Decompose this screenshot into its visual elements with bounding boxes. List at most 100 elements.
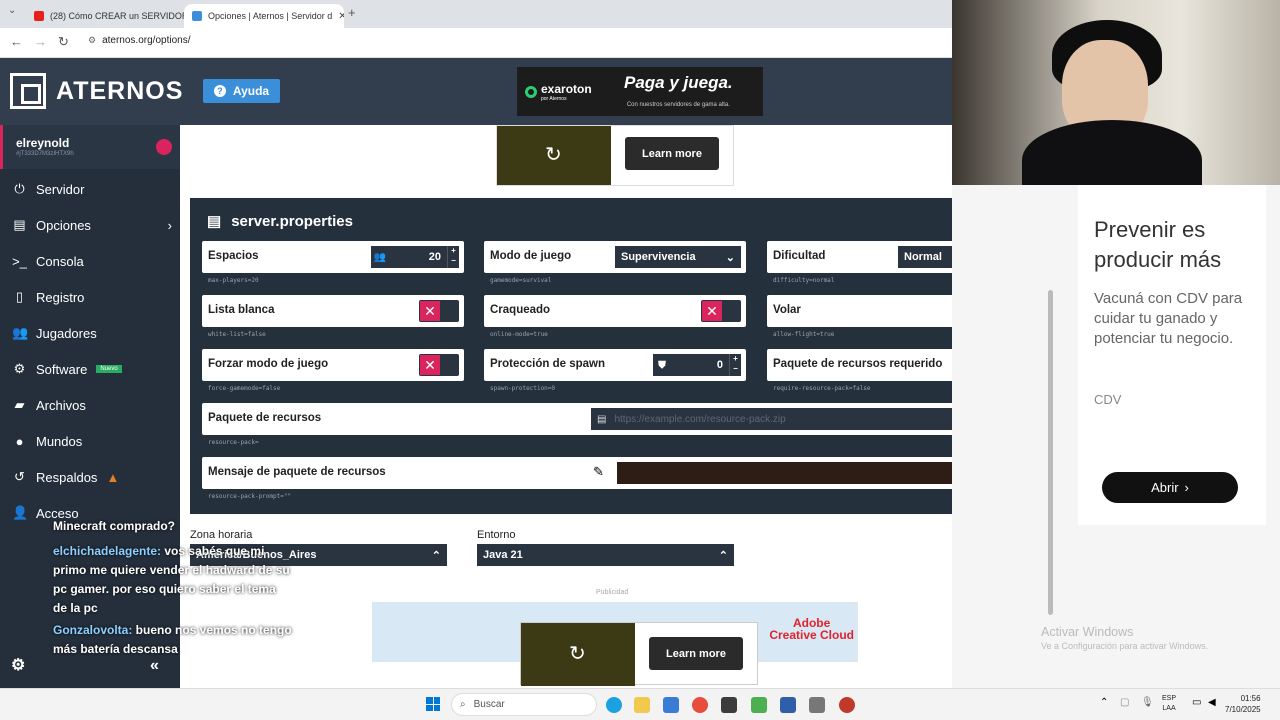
reload-icon[interactable]: ↻ xyxy=(58,34,69,50)
language-indicator[interactable]: ESP LAA xyxy=(1162,694,1176,714)
cdv-ad[interactable]: Prevenir es producir más Vacuná con CDV … xyxy=(1078,185,1266,525)
help-button[interactable]: ? Ayuda xyxy=(203,79,280,103)
sidebar-item-opciones[interactable]: ▤ Opciones › xyxy=(0,207,180,243)
aternos-favicon-icon xyxy=(192,11,202,21)
collapse-sidebar-icon[interactable]: « xyxy=(150,656,159,675)
decrement-icon[interactable]: − xyxy=(448,256,459,266)
search-icon: ⌕ xyxy=(460,699,466,710)
sidebar-item-label: Jugadores xyxy=(36,325,97,341)
user-status-icon[interactable] xyxy=(156,139,172,155)
browser-tab-bar: ⌄ (28) Cómo CREAR un SERVIDOR ✕ Opciones… xyxy=(0,0,952,28)
network-icon[interactable]: ▭ xyxy=(1192,697,1201,708)
youtube-favicon-icon xyxy=(34,11,44,21)
file-explorer-icon[interactable] xyxy=(634,697,650,713)
terminal-icon: >_ xyxy=(12,253,27,269)
volume-icon[interactable]: ◀ xyxy=(1208,697,1216,708)
sidebar-item-software[interactable]: ⚙ Software Nuevo xyxy=(0,351,180,387)
chrome-icon[interactable] xyxy=(692,697,708,713)
app-icon[interactable] xyxy=(780,697,796,713)
spawn-protection-stepper[interactable]: ⛊ 0 + − xyxy=(653,354,741,376)
replay-icon[interactable]: ↻ xyxy=(569,641,586,666)
user-panel[interactable]: elreynold #jT333D7M3zIHTX9h xyxy=(0,125,180,169)
tray-chevron-icon[interactable]: ⌃ xyxy=(1100,697,1108,708)
tab-list-chevron-icon[interactable]: ⌄ xyxy=(8,5,16,16)
backup-icon: ↺ xyxy=(14,469,25,484)
players-stepper[interactable]: 👥 20 + − xyxy=(371,246,459,268)
chat-author: elchichadelagente: xyxy=(53,544,162,558)
gear-icon[interactable]: ⚙ xyxy=(11,656,25,675)
app-icon[interactable] xyxy=(809,697,825,713)
white-list-toggle[interactable]: ✕ xyxy=(419,300,459,322)
microphone-icon[interactable]: 🎙 xyxy=(1141,697,1154,708)
open-ad-button[interactable]: Abrir › xyxy=(1102,472,1238,503)
decrement-icon[interactable]: − xyxy=(730,364,741,374)
video-ad-top[interactable]: ↻ Learn more xyxy=(496,125,734,186)
sidebar-item-label: Servidor xyxy=(36,181,85,197)
start-button[interactable] xyxy=(426,697,440,711)
browser-tab-youtube[interactable]: (28) Cómo CREAR un SERVIDOR ✕ xyxy=(26,4,184,28)
replay-icon[interactable]: ↻ xyxy=(545,142,562,167)
sidebar-item-mundos[interactable]: ● Mundos xyxy=(0,423,180,459)
sidebar-item-jugadores[interactable]: 👥 Jugadores xyxy=(0,315,180,351)
prop-key: difficulty=normal xyxy=(773,277,835,284)
taskbar-search[interactable]: ⌕ Buscar xyxy=(451,693,597,716)
tray-icon[interactable]: ▢ xyxy=(1120,697,1129,708)
globe-icon: ● xyxy=(15,433,24,449)
prop-key: require-resource-pack=false xyxy=(773,385,871,392)
prop-key: online-mode=true xyxy=(490,331,548,338)
minecraft-icon[interactable] xyxy=(721,697,737,713)
store-icon[interactable] xyxy=(663,697,679,713)
brand-sub: por Aternos xyxy=(541,95,567,102)
sidebar-item-archivos[interactable]: ▰ Archivos xyxy=(0,387,180,423)
exaroton-banner-ad[interactable]: exaroton por Aternos Paga y juega. Con nu… xyxy=(517,67,763,116)
environment-select[interactable]: Java 21 ⌃ xyxy=(477,544,734,566)
increment-icon[interactable]: + xyxy=(730,354,741,364)
pencil-icon[interactable]: ✎ xyxy=(593,464,604,480)
logo-text: ATERNOS xyxy=(56,76,184,105)
site-info-icon[interactable]: ⚙ xyxy=(88,35,96,46)
sidebar-item-registro[interactable]: ▯ Registro xyxy=(0,279,180,315)
back-icon[interactable]: ← xyxy=(10,34,23,49)
app-icon[interactable] xyxy=(751,697,767,713)
panel-title: server.properties xyxy=(231,212,353,230)
prop-resource-pack: Paquete de recursos ▤ https://example.co… xyxy=(202,403,1028,446)
increment-icon[interactable]: + xyxy=(448,246,459,256)
brand-name: exaroton xyxy=(541,81,592,96)
prop-spawn-protection: Protección de spawn ⛊ 0 + − spawn-protect… xyxy=(484,349,746,392)
aternos-logo[interactable]: ATERNOS xyxy=(10,73,183,109)
prop-key: force-gamemode=false xyxy=(208,385,281,392)
webcam-overlay xyxy=(952,0,1280,185)
cracked-toggle[interactable]: ✕ xyxy=(701,300,741,322)
close-tab-icon[interactable]: ✕ xyxy=(338,11,344,22)
browser-tab-aternos[interactable]: Opciones | Aternos | Servidor d ✕ xyxy=(184,4,344,28)
resource-pack-field[interactable]: ▤ https://example.com/resource-pack.zip xyxy=(591,408,998,430)
taskbar-clock[interactable]: 01:56 7/10/2025 xyxy=(1225,693,1261,715)
banner-sub: Con nuestros servidores de gama alta. xyxy=(626,101,730,108)
sidebar-item-consola[interactable]: >_ Consola xyxy=(0,243,180,279)
url-field[interactable]: ⚙ aternos.org/options/ xyxy=(88,35,190,46)
sidebar-item-label: Mundos xyxy=(36,433,83,449)
forward-icon[interactable]: → xyxy=(34,34,47,49)
exaroton-brand: exaroton por Aternos xyxy=(525,82,592,102)
learn-more-button[interactable]: Learn more xyxy=(625,137,719,170)
force-gamemode-toggle[interactable]: ✕ xyxy=(419,354,459,376)
stepper-value[interactable]: 0 xyxy=(671,359,729,371)
video-ad-bottom[interactable]: Adobe Creative Cloud ↻ Learn more xyxy=(372,602,858,686)
stepper-value[interactable]: 20 xyxy=(389,251,447,263)
edge-icon[interactable] xyxy=(606,697,622,713)
sidebar-item-servidor[interactable]: ⏻ Servidor xyxy=(0,171,180,207)
ad-headline: Prevenir es producir más xyxy=(1094,217,1222,272)
prop-key: gamemode=survival xyxy=(490,277,552,284)
page-scrollbar[interactable] xyxy=(1048,290,1053,615)
address-bar: ← → ↻ ⚙ aternos.org/options/ xyxy=(0,28,952,58)
prop-gamemode: Modo de juego Supervivencia ⌄ gamemode=su… xyxy=(484,241,746,284)
sidebar-item-respaldos[interactable]: ↺ Respaldos ▲ xyxy=(0,459,180,495)
select-value: Supervivencia xyxy=(621,251,696,263)
chat-message: Gonzalovolta: bueno nos vemos no tengo m… xyxy=(53,621,293,659)
learn-more-button[interactable]: Learn more xyxy=(649,637,743,670)
adobe-ad-text: Adobe Creative Cloud xyxy=(769,617,854,641)
new-tab-button[interactable]: + xyxy=(348,5,356,20)
gamemode-select[interactable]: Supervivencia ⌄ xyxy=(615,246,741,268)
ad-thumbnail: ↻ xyxy=(497,126,611,185)
obs-icon[interactable] xyxy=(839,697,855,713)
